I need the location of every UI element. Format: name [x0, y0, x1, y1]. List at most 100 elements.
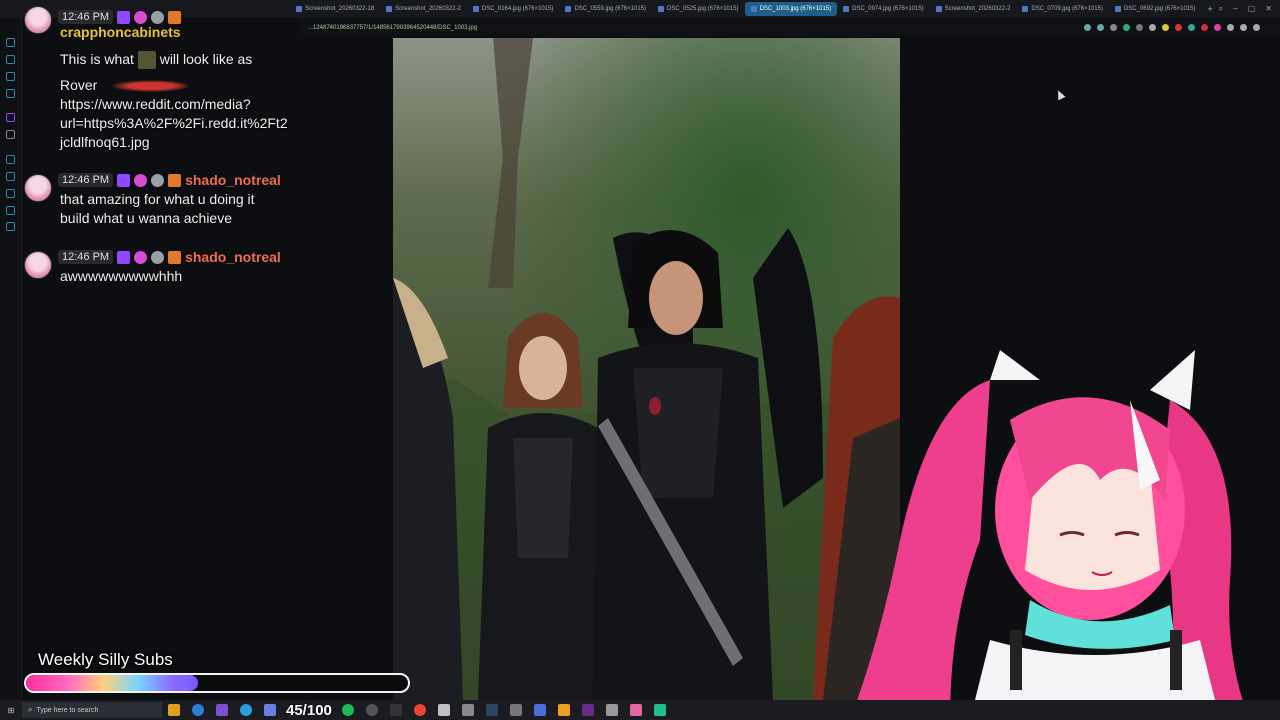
- tab[interactable]: Screenshot_20260322-2: [380, 2, 467, 16]
- heart-badge-icon: [134, 250, 148, 264]
- username[interactable]: crapphoncabinets: [60, 24, 181, 40]
- app-icon[interactable]: [461, 704, 474, 716]
- download-icon[interactable]: [1240, 24, 1247, 31]
- app-icon[interactable]: [437, 704, 450, 716]
- menu-icon[interactable]: [1253, 24, 1260, 31]
- address-bar[interactable]: ...1248740196837757/1/148561790396452044…: [300, 19, 1280, 36]
- sidebar-bookmark-icon[interactable]: [6, 55, 15, 64]
- favicon-icon: [1114, 6, 1121, 12]
- tab[interactable]: DSC_0525.jpg (676×1015): [652, 2, 745, 16]
- vtuber-character-icon: [850, 350, 1250, 720]
- extension-icon[interactable]: [1214, 24, 1221, 31]
- app-icon[interactable]: [557, 704, 570, 716]
- stream-layout: Screenshot_20260322-18 Screenshot_202603…: [0, 0, 1280, 720]
- obs-icon[interactable]: [365, 704, 378, 716]
- shield-icon[interactable]: [1123, 24, 1130, 31]
- tab-active[interactable]: DSC_1003.jpg (676×1015): [744, 2, 838, 16]
- window-controls: ⌕ – ▢ ✕: [1219, 4, 1280, 14]
- message-link[interactable]: https://www.reddit.com/media?: [60, 95, 251, 114]
- new-tab-icon[interactable]: +: [1202, 4, 1219, 14]
- minimize-icon[interactable]: –: [1233, 4, 1237, 14]
- discord-icon[interactable]: [264, 704, 276, 716]
- heart-badge-icon: [134, 10, 148, 24]
- sidebar-twitch-icon[interactable]: [6, 113, 15, 122]
- app-icon[interactable]: [629, 704, 642, 716]
- search-tabs-icon[interactable]: ⌕: [1219, 4, 1223, 14]
- spotify-icon[interactable]: [341, 704, 354, 716]
- os-taskbar: ⊞ ⌕ Type here to search 45/100: [0, 700, 1280, 720]
- emote-icon: [137, 51, 156, 70]
- heart-badge-icon: [151, 10, 165, 24]
- extension-icon[interactable]: [1188, 24, 1195, 31]
- app-icon[interactable]: [389, 704, 402, 716]
- avatar: [24, 6, 52, 34]
- favicon-icon: [565, 6, 572, 12]
- browser-icon[interactable]: [192, 704, 204, 716]
- start-icon[interactable]: ⊞: [0, 700, 22, 720]
- message-meta: 12:46 PM shado_notreal: [58, 249, 281, 265]
- message-line: Rover: [60, 76, 192, 95]
- taskbar-search[interactable]: ⌕ Type here to search: [22, 702, 162, 718]
- sidebar-notes-icon[interactable]: [6, 172, 15, 181]
- bookmark-icon[interactable]: [1110, 24, 1117, 31]
- sidebar-calendar-icon[interactable]: [6, 206, 15, 215]
- heart-badge-icon: [151, 250, 165, 264]
- toolbar-icons: [1084, 24, 1280, 31]
- heart-icon[interactable]: [1149, 24, 1156, 31]
- app-icon[interactable]: [605, 704, 618, 716]
- tab[interactable]: DSC_0692.jpg (676×1015): [1109, 2, 1202, 16]
- close-icon[interactable]: ✕: [1265, 4, 1272, 14]
- search-icon: ⌕: [28, 705, 33, 714]
- sub-badge-icon: [117, 173, 131, 187]
- message-link[interactable]: url=https%3A%2F%2Fi.redd.it%2Ft2: [60, 114, 288, 133]
- share-icon[interactable]: [1136, 24, 1143, 31]
- message-line: build what u wanna achieve: [60, 210, 233, 226]
- message-time: 12:46 PM: [58, 173, 114, 187]
- emote-icon: [111, 80, 192, 93]
- bits-badge-icon: [168, 10, 182, 24]
- avatar: [24, 251, 52, 279]
- extension-icon[interactable]: [1175, 24, 1182, 31]
- file-explorer-icon[interactable]: [168, 704, 180, 716]
- favicon-icon: [658, 6, 664, 12]
- tab[interactable]: DSC_0709.jpg (676×1015): [1016, 2, 1109, 16]
- favicon-icon: [935, 6, 942, 12]
- avatar: [24, 174, 52, 202]
- extension-icon[interactable]: [1162, 24, 1169, 31]
- message-link[interactable]: jcldlfnoq61.jpg: [60, 133, 150, 152]
- app-icon[interactable]: [581, 704, 594, 716]
- message-meta: 12:46 PM: [58, 9, 182, 25]
- steam-icon[interactable]: [485, 704, 498, 716]
- app-icon[interactable]: [216, 704, 228, 716]
- bits-badge-icon: [168, 250, 182, 264]
- favicon-icon: [386, 6, 393, 12]
- sidebar-panel-icon[interactable]: [6, 155, 15, 164]
- message-line: awwwwwwwwwhhh: [60, 268, 183, 284]
- tab[interactable]: DSC_0974.jpg (676×1015): [837, 2, 930, 16]
- sidebar-mail-icon[interactable]: [6, 189, 15, 198]
- favicon-icon: [472, 6, 479, 12]
- tab[interactable]: DSC_0559.jpg (676×1015): [559, 2, 652, 16]
- sidebar-home-icon[interactable]: [6, 38, 15, 47]
- username[interactable]: shado_notreal: [185, 172, 281, 188]
- tab[interactable]: Screenshot_20260322-2: [930, 2, 1017, 16]
- zoom-icon[interactable]: [1084, 24, 1091, 31]
- notepad-icon[interactable]: [533, 704, 546, 716]
- app-icon[interactable]: [653, 704, 666, 716]
- zoom-out-icon[interactable]: [1097, 24, 1104, 31]
- goal-title: Weekly Silly Subs: [38, 650, 173, 669]
- favicon-icon: [750, 6, 757, 12]
- edge-icon[interactable]: [240, 704, 252, 716]
- sidebar-download-icon[interactable]: [6, 89, 15, 98]
- sidebar-settings-icon[interactable]: [6, 222, 15, 231]
- tab[interactable]: DSC_0164.jpg (676×1015): [467, 2, 560, 16]
- extension-icon[interactable]: [1227, 24, 1234, 31]
- maximize-icon[interactable]: ▢: [1248, 4, 1256, 14]
- chrome-icon[interactable]: [413, 704, 426, 716]
- viewed-image[interactable]: [393, 38, 900, 700]
- sidebar-x-icon[interactable]: [6, 130, 15, 139]
- extension-icon[interactable]: [1201, 24, 1208, 31]
- app-icon[interactable]: [509, 704, 522, 716]
- sidebar-history-icon[interactable]: [6, 72, 15, 81]
- username[interactable]: shado_notreal: [185, 249, 281, 265]
